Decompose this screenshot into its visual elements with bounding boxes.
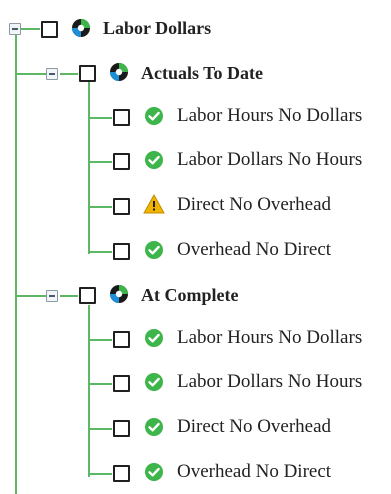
checkbox[interactable] [41,21,58,38]
tree-node-label: Actuals To Date [141,63,264,83]
check-circle-icon [144,328,164,348]
tree-connector-item2 [88,161,112,163]
tree-connector-actuals-h2 [60,73,78,75]
tree-connector-item1 [88,117,112,119]
tree-connector-complete-h2 [60,295,78,297]
check-circle-icon [144,417,164,437]
collapse-toggle[interactable] [9,23,21,35]
project-status-icon [71,18,91,38]
tree-node-label: Labor Dollars [103,18,212,38]
project-status-icon [109,284,129,304]
collapse-toggle[interactable] [46,290,58,302]
tree-connector-complete [88,305,90,477]
checkbox[interactable] [113,153,130,170]
tree-leaf-label: Labor Hours No Dollars [177,105,363,126]
check-circle-icon [144,462,164,482]
tree-connector-root [15,34,17,494]
checkbox[interactable] [113,109,130,126]
checkbox[interactable] [113,243,130,260]
checkbox[interactable] [113,331,130,348]
checkbox[interactable] [113,198,130,215]
tree-leaf-label: Direct No Overhead [177,416,332,437]
project-status-icon [109,62,129,82]
tree-leaf-label: Direct No Overhead [177,194,332,215]
check-circle-icon [144,106,164,126]
checkbox[interactable] [113,465,130,482]
check-circle-icon [144,150,164,170]
tree-connector-item5 [88,339,112,341]
warning-triangle-icon [143,194,165,214]
tree-connector-item3 [88,206,112,208]
checkbox[interactable] [113,375,130,392]
tree-leaf-label: Overhead No Direct [177,461,332,482]
checkbox[interactable] [113,420,130,437]
tree-connector-root-h [19,28,40,30]
checkbox[interactable] [79,65,96,82]
tree-leaf-label: Labor Dollars No Hours [177,371,363,392]
checkbox[interactable] [79,287,96,304]
tree-connector-item4 [88,251,112,253]
check-circle-icon [144,240,164,260]
collapse-toggle[interactable] [46,68,58,80]
tree-connector-item6 [88,383,112,385]
tree-connector-item8 [88,473,112,475]
tree-leaf-label: Labor Hours No Dollars [177,327,363,348]
tree-leaf-label: Overhead No Direct [177,239,332,260]
tree-connector-actuals [88,82,90,254]
tree-connector-item7 [88,428,112,430]
tree-leaf-label: Labor Dollars No Hours [177,149,363,170]
check-circle-icon [144,372,164,392]
tree-node-label: At Complete [141,285,239,305]
